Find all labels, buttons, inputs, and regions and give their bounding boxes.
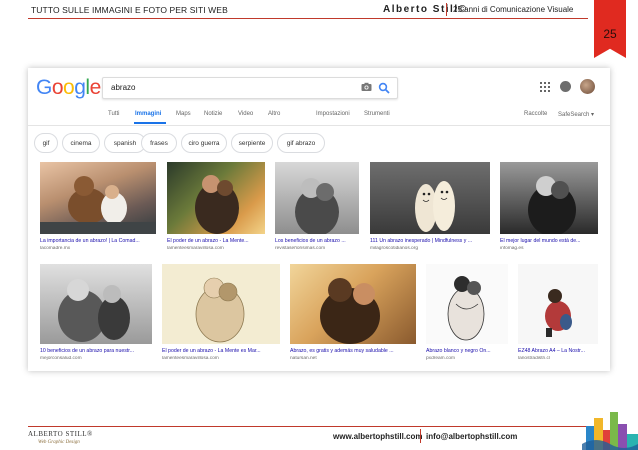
search-icon[interactable] <box>378 81 390 94</box>
result-title[interactable]: EZ48 Abrazo A4 – La Nostr... <box>518 348 604 354</box>
result-image[interactable] <box>40 264 152 344</box>
result-title[interactable]: El mejor lugar del mundo está de... <box>500 238 600 244</box>
header-title: TUTTO SULLE IMMAGINI E FOTO PER SITI WEB <box>31 5 228 15</box>
google-logo[interactable]: Google <box>36 76 101 100</box>
result-title[interactable]: La importancia de un abrazo! | La Comad.… <box>40 238 156 244</box>
result-source: pxdream.com <box>426 356 456 361</box>
logo-letter: o <box>51 76 64 99</box>
page-number: 25 <box>603 27 617 41</box>
header-subtitle: 25 anni di Comunicazione Visuale <box>453 5 574 14</box>
camera-icon[interactable] <box>361 82 372 95</box>
chip-spanish[interactable]: spanish <box>104 133 146 153</box>
footer-email-link[interactable]: info@albertophstill.com <box>426 432 517 441</box>
tab-tutti[interactable]: Tutti <box>108 111 119 117</box>
result-source: lacomadre.mx <box>40 246 71 251</box>
active-tab-indicator <box>134 122 166 124</box>
logo-letter: e <box>89 76 102 99</box>
footer-website-link[interactable]: www.albertophstill.com <box>333 432 423 441</box>
related-chips: gif cinema spanish frases ciro guerra se… <box>28 133 610 155</box>
tab-maps[interactable]: Maps <box>176 111 191 117</box>
chip-gif[interactable]: gif <box>34 133 58 153</box>
result-source: mejorconsalud.com <box>40 356 82 361</box>
result-source: lanostradistri.cl <box>518 356 550 361</box>
footer-separator <box>420 429 421 443</box>
result-image[interactable] <box>370 162 490 234</box>
tabs-divider <box>28 125 610 126</box>
result-image[interactable] <box>426 264 508 344</box>
header-separator <box>446 3 447 16</box>
result-source: milagroscotidianos.org <box>370 246 418 251</box>
tab-immagini[interactable]: Immagini <box>135 111 161 117</box>
tab-altro[interactable]: Altro <box>268 111 280 117</box>
result-image[interactable] <box>290 264 416 344</box>
result-title[interactable]: El poder de un abrazo - La Mente es Mar.… <box>162 348 282 354</box>
footer-logo-tagline: Web Graphic Design <box>38 440 80 445</box>
result-title[interactable]: Abrazo, es gratis y además muy saludable… <box>290 348 418 354</box>
result-source: revistaseñorisimas.com <box>275 246 326 251</box>
footer-rule <box>28 426 588 427</box>
footer-city-artwork <box>582 412 638 450</box>
logo-letter: o <box>63 76 75 99</box>
logo-letter: G <box>36 76 52 99</box>
chip-frases[interactable]: frases <box>141 133 177 153</box>
search-input[interactable]: abrazo <box>102 77 398 99</box>
apps-icon[interactable] <box>540 82 550 92</box>
result-image[interactable] <box>518 264 598 344</box>
logo-letter: g <box>74 76 86 99</box>
result-source: lamenteesmaravillosa.com <box>162 356 219 361</box>
result-title[interactable]: 111 Un abrazo inesperado | Mindfulness y… <box>370 238 492 244</box>
result-title[interactable]: El poder de un abrazo - La Mente... <box>167 238 267 244</box>
raccolte-link[interactable]: Raccolte <box>524 111 547 117</box>
result-image[interactable] <box>162 264 280 344</box>
tab-strumenti[interactable]: Strumenti <box>364 111 390 117</box>
result-title[interactable]: Abrazo blanco y negro On... <box>426 348 512 354</box>
chip-cinema[interactable]: cinema <box>62 133 100 153</box>
account-avatar[interactable] <box>580 79 595 94</box>
google-images-screenshot: Google abrazo Tutti Immagini Maps Notizi… <box>28 68 610 371</box>
result-title[interactable]: Los beneficios de un abrazo ... <box>275 238 361 244</box>
safesearch-toggle[interactable]: SafeSearch ▾ <box>558 111 594 118</box>
header-rule <box>28 18 588 19</box>
result-title[interactable]: 10 beneficios de un abrazo para nuestr..… <box>40 348 154 354</box>
result-image[interactable] <box>167 162 265 234</box>
search-tabs: Tutti Immagini Maps Notizie Video Altro … <box>28 108 610 124</box>
chip-gif-abrazo[interactable]: gif abrazo <box>277 133 325 153</box>
chip-serpiente[interactable]: serpiente <box>231 133 273 153</box>
tab-notizie[interactable]: Notizie <box>204 111 222 117</box>
result-image[interactable] <box>275 162 359 234</box>
result-image[interactable] <box>40 162 156 234</box>
tab-impostazioni[interactable]: Impostazioni <box>316 111 350 117</box>
result-image[interactable] <box>500 162 598 234</box>
search-query[interactable]: abrazo <box>111 83 135 92</box>
result-source: infomag.es <box>500 246 524 251</box>
tab-video[interactable]: Video <box>238 111 253 117</box>
notifications-icon[interactable] <box>560 81 571 92</box>
result-source: lamenteesmaravillosa.com <box>167 246 224 251</box>
footer-logo: ALBERTO STILL® <box>28 430 93 438</box>
result-source: natursan.net <box>290 356 317 361</box>
chip-ciro-guerra[interactable]: ciro guerra <box>181 133 227 153</box>
